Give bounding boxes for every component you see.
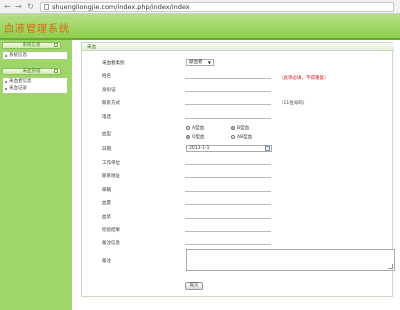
submit-button[interactable]: 提交	[185, 282, 203, 290]
browser-toolbar: ← → ↻ shuengliongjie.com/index.php/index…	[0, 0, 400, 14]
address-bar[interactable]: shuengliongjie.com/index.php/index/index	[40, 2, 394, 12]
name-label: 姓名	[102, 74, 111, 79]
name-field[interactable]	[185, 78, 271, 79]
contact-field[interactable]	[185, 104, 271, 105]
reload-icon[interactable]: ↻	[26, 2, 35, 11]
sidebar-panel-system: 系统信息	[2, 51, 68, 60]
resize-handle-icon[interactable]	[388, 264, 393, 269]
result-field[interactable]	[185, 231, 271, 232]
sidebar: 系统信息 − 系统信息 采血管理 − 采血者信息 采血记录	[0, 40, 72, 310]
bullet-icon	[5, 54, 7, 57]
email-field[interactable]	[185, 191, 271, 192]
sidebar-item-records[interactable]: 采血记录	[3, 85, 67, 92]
date-label: 日期	[102, 147, 111, 152]
remark-info-field[interactable]	[185, 244, 271, 245]
radio-circle-icon	[186, 135, 190, 139]
id-label: 身份证	[102, 88, 116, 93]
remark-info-label: 备注信息	[102, 241, 120, 246]
sidebar-item-donor-info[interactable]: 采血者信息	[3, 78, 67, 85]
email-label: 邮箱	[102, 188, 111, 193]
bullet-icon	[5, 87, 7, 90]
radio-type-a[interactable]: A型血	[186, 125, 204, 131]
collapse-icon[interactable]: −	[54, 69, 58, 74]
work-unit-label: 工作单位	[102, 161, 120, 166]
radio-circle-icon	[186, 126, 190, 130]
app-header: 血液管理系统	[0, 14, 400, 40]
plasma-field[interactable]	[185, 218, 271, 219]
volume-field[interactable]	[185, 204, 271, 205]
plasma-label: 血浆	[102, 215, 111, 220]
chevron-down-icon: ▼	[207, 60, 211, 65]
radio-circle-icon	[231, 135, 235, 139]
sidebar-section-blood[interactable]: 采血管理 −	[2, 68, 61, 75]
sidebar-section-title: 采血管理	[22, 69, 41, 74]
radio-circle-icon	[231, 126, 235, 130]
main-content: 采血 采血者类别 献血者 ▼ 姓名 （此项必填，不得重复） 身份证 联系方式 （…	[72, 40, 400, 310]
required-hint: （此项必填，不得重复）	[279, 76, 329, 81]
format-hint: （11位号码）	[279, 101, 308, 106]
radio-type-o[interactable]: O型血	[186, 134, 205, 140]
tab-blood-collection[interactable]: 采血	[87, 44, 96, 50]
phone-label: 电话	[102, 115, 111, 120]
remark-textarea[interactable]	[186, 249, 395, 271]
form-card: 采血 采血者类别 献血者 ▼ 姓名 （此项必填，不得重复） 身份证 联系方式 （…	[81, 42, 395, 297]
bullet-icon	[5, 80, 7, 83]
address-field[interactable]	[185, 177, 271, 178]
radio-type-ab[interactable]: AB型血	[231, 134, 252, 140]
sidebar-item-system-info[interactable]: 系统信息	[3, 52, 67, 59]
date-field[interactable]: 2013-1-1	[186, 145, 272, 152]
forward-arrow-icon[interactable]: →	[14, 2, 23, 11]
address-label: 联系地址	[102, 174, 120, 179]
radio-type-b[interactable]: B型血	[231, 125, 249, 131]
result-label: 检验结果	[102, 228, 120, 233]
sidebar-panel-blood: 采血者信息 采血记录	[2, 77, 68, 94]
blood-type-label: 血型	[102, 132, 111, 137]
sidebar-section-system[interactable]: 系统信息 −	[2, 42, 61, 49]
collapse-icon[interactable]: −	[54, 43, 58, 48]
sidebar-section-title: 系统信息	[22, 43, 41, 48]
phone-field[interactable]	[185, 118, 271, 119]
contact-label: 联系方式	[102, 101, 120, 106]
work-unit-field[interactable]	[185, 164, 271, 165]
back-arrow-icon[interactable]: ←	[3, 2, 12, 11]
app-title: 血液管理系统	[4, 24, 70, 35]
type-select[interactable]: 献血者 ▼	[186, 59, 214, 66]
id-field[interactable]	[185, 91, 271, 92]
calendar-icon[interactable]	[265, 146, 270, 151]
tab-bar: 采血	[82, 43, 394, 51]
page-icon	[44, 4, 49, 10]
type-label: 采血者类别	[102, 61, 125, 66]
remark-label: 备注	[102, 259, 111, 264]
volume-label: 血量	[102, 201, 111, 206]
url-text[interactable]: shuengliongjie.com/index.php/index/index	[52, 3, 190, 11]
